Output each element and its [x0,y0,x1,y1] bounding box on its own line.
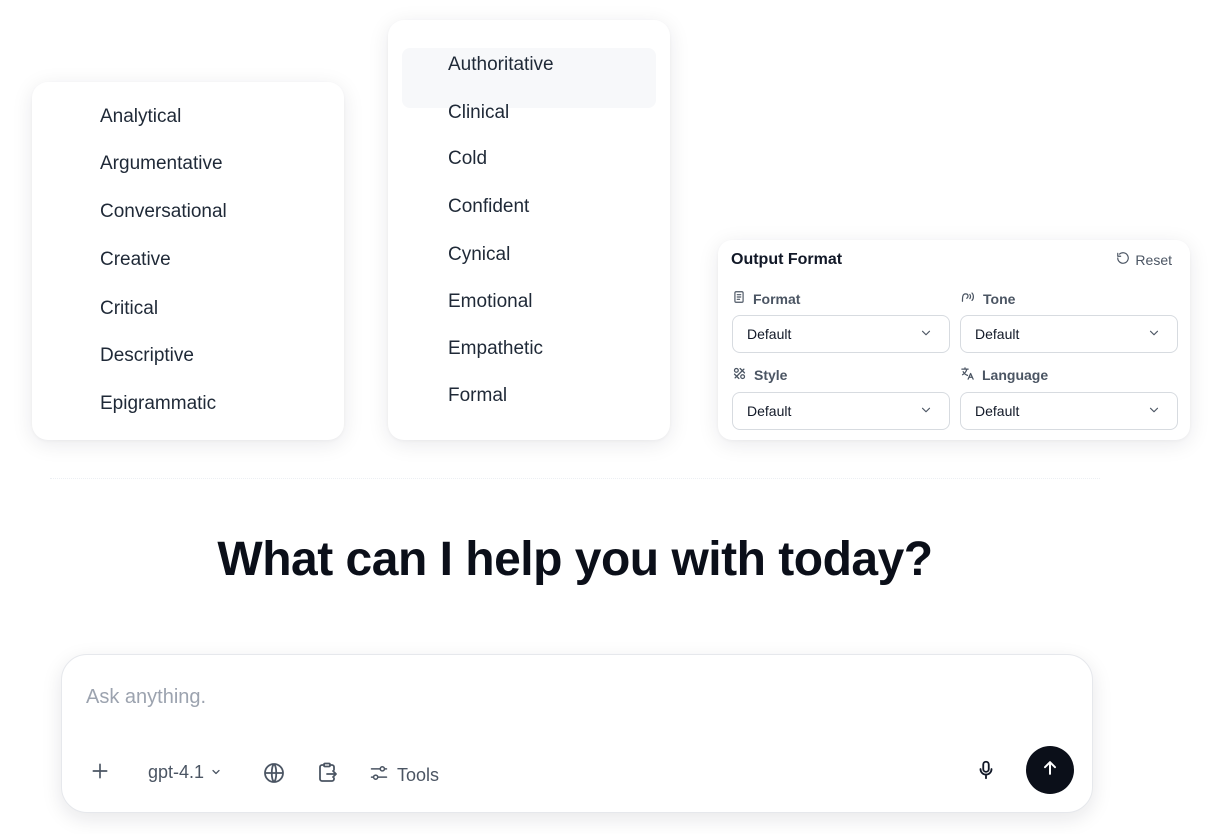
tone-option-epigrammatic[interactable]: Epigrammatic [100,392,216,416]
tone-option-cold[interactable]: Cold [448,147,487,171]
format-select[interactable]: Default [732,315,950,353]
divider [50,478,1100,479]
chevron-down-icon [919,403,933,420]
tone-option-descriptive[interactable]: Descriptive [100,344,194,368]
tone-option-emotional[interactable]: Emotional [448,290,533,314]
language-value: Default [975,403,1020,419]
reset-button[interactable]: Reset [1116,251,1172,268]
tone-option-cynical[interactable]: Cynical [448,243,510,267]
tone-option-analytical[interactable]: Analytical [100,105,181,129]
translate-icon [960,366,975,384]
tone-option-empathetic[interactable]: Empathetic [448,337,543,361]
style-value: Default [747,403,792,419]
microphone-icon [975,759,997,786]
tone-menu-right: Authoritative Clinical Cold Confident Cy… [388,20,670,440]
plus-icon [90,761,110,786]
model-selector[interactable]: gpt-4.1 [148,762,222,783]
sliders-icon [369,763,389,788]
tone-option-conversational[interactable]: Conversational [100,200,227,224]
style-label: Style [754,367,788,383]
page-headline: What can I help you with today? [217,533,933,586]
tone-option-confident[interactable]: Confident [448,195,529,219]
reset-icon [1116,251,1130,268]
model-label: gpt-4.1 [148,762,205,782]
tone-option-argumentative[interactable]: Argumentative [100,152,223,176]
language-label: Language [982,367,1049,383]
arrow-up-icon [1040,758,1060,783]
web-search-button[interactable] [262,761,286,790]
chevron-down-icon [919,326,933,343]
tone-option-authoritative[interactable]: Authoritative [448,53,554,77]
style-icon [732,366,747,384]
tools-label: Tools [397,765,440,785]
chat-composer: gpt-4.1 Tools [61,654,1093,813]
tone-option-creative[interactable]: Creative [100,248,171,272]
format-label: Format [753,290,801,307]
tone-option-critical[interactable]: Critical [100,297,158,321]
tone-option-clinical[interactable]: Clinical [448,101,509,125]
voice-input-button[interactable] [975,759,997,786]
chat-input[interactable] [84,685,1048,710]
send-button[interactable] [1026,746,1074,794]
tone-select[interactable]: Default [960,315,1178,353]
format-value: Default [747,326,792,342]
clipboard-export-icon [315,761,339,790]
add-button[interactable] [90,761,110,786]
tone-value: Default [975,326,1020,342]
style-label-row: Style [732,366,787,384]
reset-label: Reset [1135,251,1172,268]
tone-label-row: Tone [960,290,1015,307]
output-format-panel: Output Format Reset Format Default Tone … [718,240,1190,440]
output-format-title: Output Format [731,251,843,268]
tone-label: Tone [983,290,1016,307]
style-select[interactable]: Default [732,392,950,430]
chevron-down-icon [1147,403,1161,420]
tone-option-formal[interactable]: Formal [448,384,507,408]
format-label-row: Format [732,290,800,307]
voice-icon [960,290,976,307]
chevron-down-icon [210,762,222,783]
document-icon [732,290,746,307]
globe-icon [262,761,286,790]
tone-menu-left: Analytical Argumentative Conversational … [32,82,344,440]
language-label-row: Language [960,366,1048,384]
clipboard-button[interactable] [315,761,339,790]
chevron-down-icon [1147,326,1161,343]
language-select[interactable]: Default [960,392,1178,430]
tools-button[interactable]: Tools [369,763,439,788]
